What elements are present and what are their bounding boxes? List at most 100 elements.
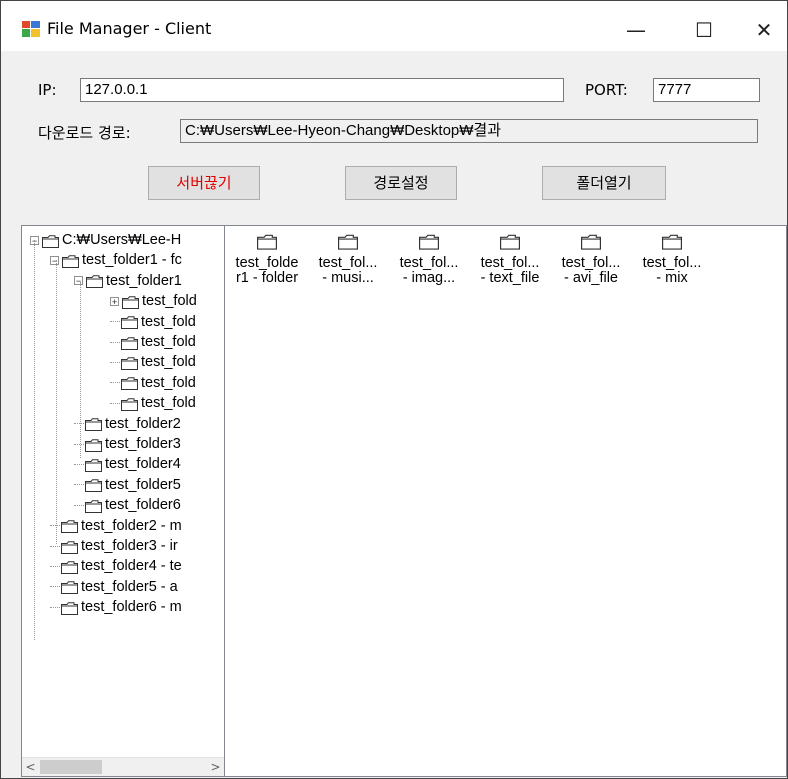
folder-list-item-label: test_fol... [561,255,621,271]
tree-connector [50,606,60,608]
folder-icon [61,519,78,534]
folder-icon [500,234,520,250]
download-path-field[interactable]: C:₩Users₩Lee-Hyeon-Chang₩Desktop₩결과 [180,119,758,143]
tree-connector [50,545,60,547]
tree-node-label: test_folder4 [105,456,181,473]
tree-node[interactable]: + test_fold [110,291,197,311]
tree-node[interactable]: test_folder5 [74,475,181,495]
open-folder-button[interactable]: 폴더열기 [542,166,666,200]
folder-list-item-label: test_fol... [399,255,459,271]
minimize-button[interactable]: — [613,9,659,51]
ip-input[interactable]: 127.0.0.1 [80,78,564,102]
tree-node[interactable]: test_folder3 - ir [50,536,178,556]
folder-list-item-label: - text_file [480,270,540,286]
tree-node-label: C:₩Users₩Lee-H [62,232,182,248]
folder-icon [42,234,59,248]
close-button[interactable]: ✕ [741,9,787,51]
tree-node[interactable]: − test_folder1 [74,271,182,291]
tree-node[interactable]: test_folder6 - m [50,597,182,617]
tree-node-label: test_folder3 [105,436,181,452]
ip-label: IP: [38,81,57,99]
port-input[interactable]: 7777 [653,78,760,102]
folder-list-item[interactable]: test_fol... - mix [632,234,712,286]
app-icon [22,21,40,37]
tree-node-label: test_fold [141,374,196,391]
folder-list-item-label: - mix [656,270,688,286]
folder-tree-view[interactable]: < > − C:₩Users₩Lee-H − test_folder1 - fc − te… [21,225,225,777]
tree-node[interactable]: test_folder5 - a [50,577,178,597]
tree-node[interactable]: − C:₩Users₩Lee-H [30,230,181,250]
tree-node-label: test_folder3 - ir [81,538,178,554]
folder-icon [85,438,102,452]
folder-icon [122,295,139,309]
title-bar[interactable]: File Manager - Client — ☐ ✕ [1,1,787,51]
file-list-view[interactable]: test_folde r1 - folder test_fol... - musi..… [225,225,787,777]
tree-node[interactable]: test_fold [110,373,196,393]
folder-list-item-label: - imag... [402,270,456,286]
tree-connector [74,464,84,466]
folder-list-item-label: r1 - folder [235,270,299,286]
folder-icon [662,234,682,250]
maximize-button[interactable]: ☐ [681,9,727,51]
folder-icon [121,356,138,371]
folder-icon [61,601,78,615]
tree-node[interactable]: test_fold [110,332,196,352]
tree-node[interactable]: test_folder4 [74,454,181,474]
scroll-right-button[interactable]: > [207,758,224,776]
tree-guide-line [34,240,35,640]
tree-connector [74,423,84,425]
tree-node[interactable]: test_folder4 - te [50,556,182,576]
tree-connector [74,443,84,445]
tree-node[interactable]: test_fold [110,352,196,372]
port-label: PORT: [585,81,628,99]
folder-icon [121,376,138,391]
tree-connector [74,504,84,506]
folder-list-item[interactable]: test_folde r1 - folder [227,234,307,286]
set-path-button[interactable]: 경로설정 [345,166,457,200]
tree-node[interactable]: test_fold [110,393,196,413]
tree-guide-line [80,282,81,458]
horizontal-scrollbar[interactable]: < > [22,757,224,776]
folder-list-item[interactable]: test_fol... - text_file [470,234,550,286]
folder-icon [581,234,601,250]
download-path-label: 다운로드 경로: [38,124,131,142]
tree-node-label: test_folder6 - m [81,599,182,616]
tree-node[interactable]: test_folder6 [74,495,181,515]
folder-icon [62,254,79,269]
tree-node[interactable]: test_folder2 [74,414,181,434]
folder-icon [121,315,138,330]
scroll-thumb[interactable] [40,760,102,774]
folder-icon [61,560,78,575]
folder-icon [85,458,102,473]
folder-list-item[interactable]: test_fol... - imag... [389,234,469,286]
tree-guide-line [56,260,57,544]
folder-list-item[interactable]: test_fol... - musi... [308,234,388,286]
collapse-toggle[interactable]: − [50,256,59,266]
folder-list-item-label: test_fol... [318,255,378,271]
tree-node-label: test_folder6 [105,497,181,514]
tree-node-label: test_fold [141,354,196,371]
tree-connector [50,586,60,588]
folder-icon [61,540,78,554]
tree-node[interactable]: test_folder3 [74,434,181,454]
tree-node-label: test_fold [141,395,196,412]
tree-node[interactable]: test_fold [110,312,196,332]
tree-node[interactable]: test_folder2 - m [50,516,182,536]
collapse-toggle[interactable]: − [74,276,83,286]
folder-icon [121,397,138,411]
tree-connector [110,341,120,343]
window-title: File Manager - Client [47,19,212,38]
folder-icon [61,580,78,595]
disconnect-server-button[interactable]: 서버끊기 [148,166,260,200]
tree-node[interactable]: − test_folder1 - fc [50,250,182,270]
tree-node-label: test_folder2 - m [81,517,182,534]
folder-icon [85,417,102,432]
tree-connector [110,321,120,323]
folder-icon [85,478,102,493]
tree-node-label: test_fold [141,334,196,350]
folder-list-item-label: test_fol... [480,255,540,271]
scroll-left-button[interactable]: < [22,758,39,776]
folder-list-item[interactable]: test_fol... - avi_file [551,234,631,286]
tree-connector [74,484,84,486]
expand-toggle[interactable]: + [110,296,119,306]
